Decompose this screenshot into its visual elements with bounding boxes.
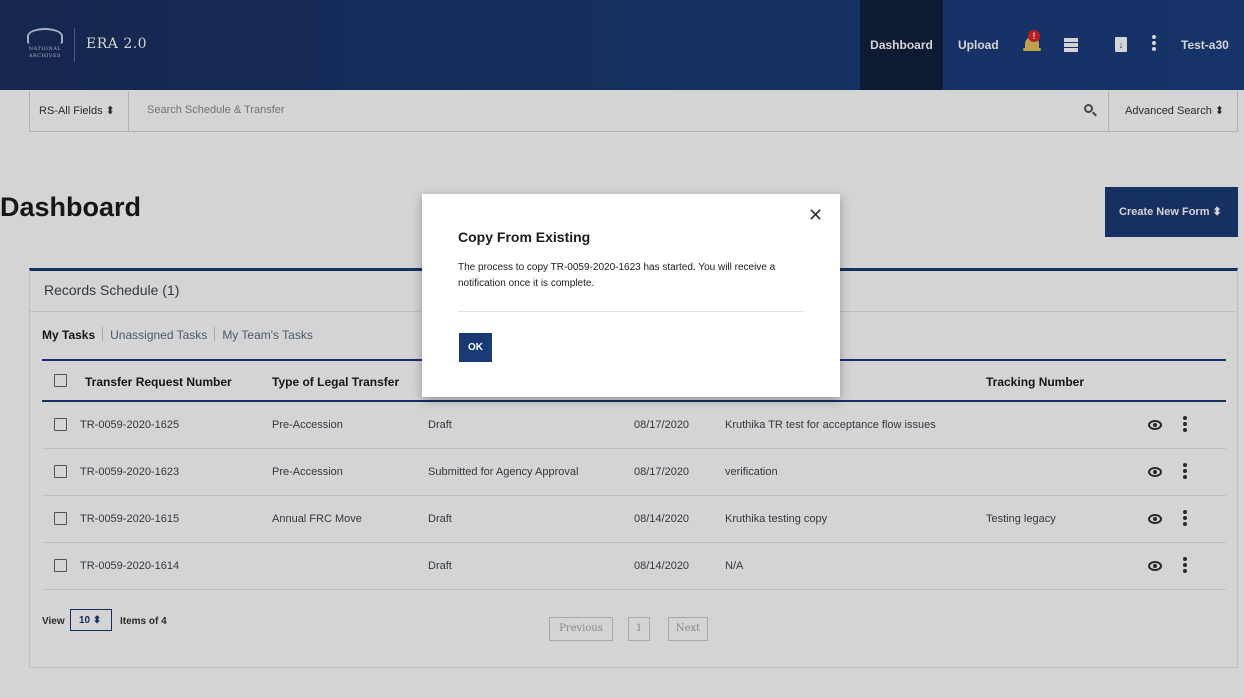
dialog-title: Copy From Existing (458, 229, 591, 245)
dialog-divider (458, 311, 804, 312)
copy-from-existing-dialog: ✕ Copy From Existing The process to copy… (422, 194, 840, 397)
close-icon[interactable]: ✕ (808, 206, 823, 224)
dialog-message: The process to copy TR-0059-2020-1623 ha… (458, 262, 776, 289)
ok-button[interactable]: OK (459, 333, 492, 362)
